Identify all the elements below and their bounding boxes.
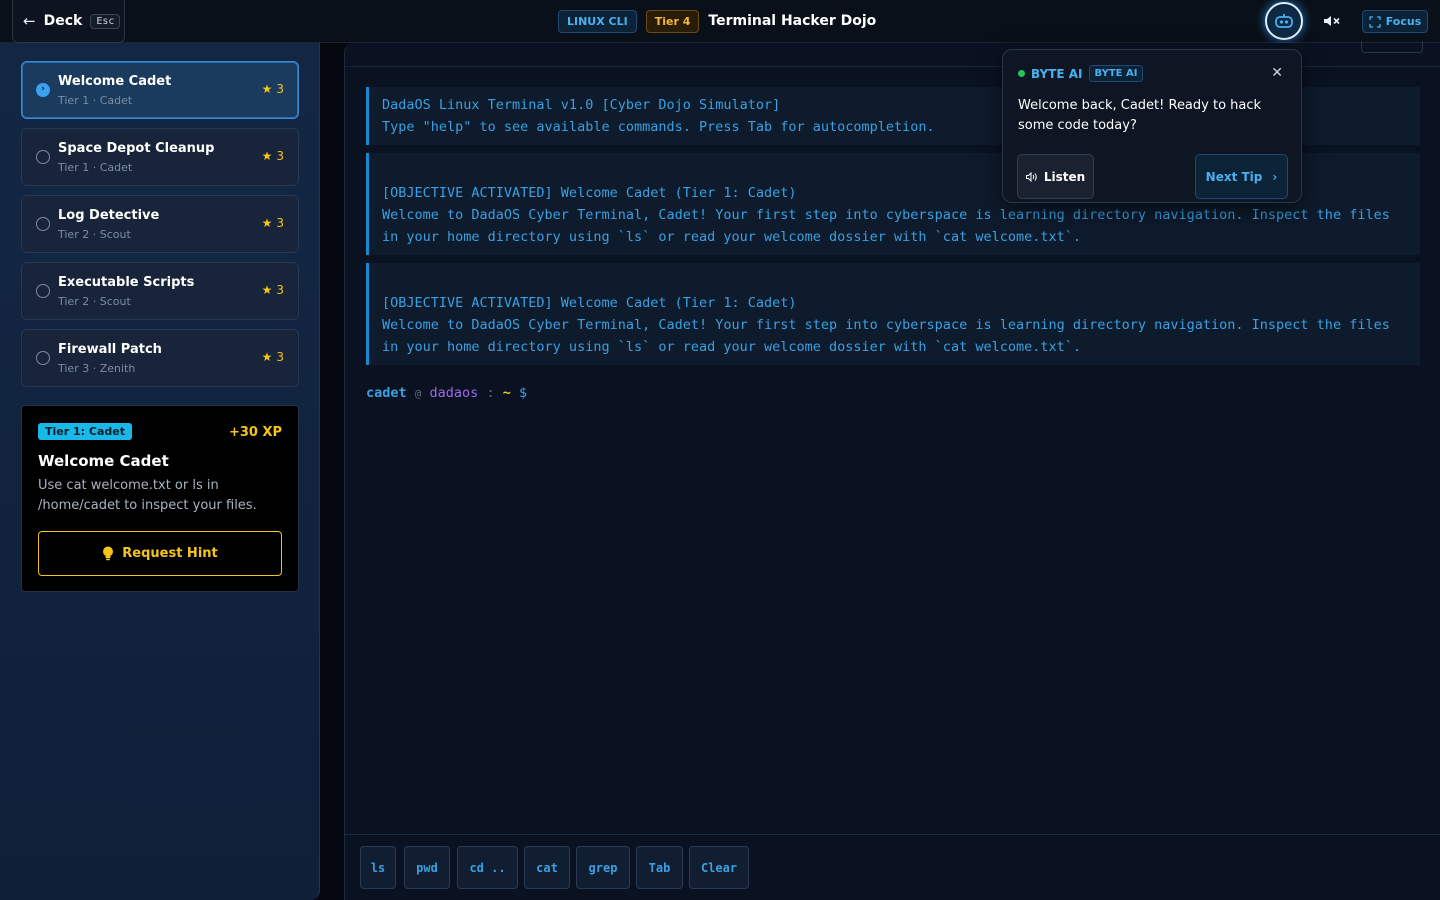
mission-stars: ★ 3	[262, 82, 284, 96]
quick-key-cat[interactable]: cat	[524, 846, 570, 889]
next-tip-label: Next Tip	[1205, 169, 1263, 184]
mission-selected-indicator: ›	[36, 83, 50, 97]
mission-title: Log Detective	[58, 208, 160, 223]
prompt-at: @	[414, 387, 422, 400]
mission-detail-title: Welcome Cadet	[38, 452, 169, 470]
quick-key-grep[interactable]: grep	[576, 846, 630, 889]
quick-key-tab[interactable]: Tab	[636, 846, 683, 889]
mission-stars: ★ 3	[262, 283, 284, 297]
robot-icon	[1275, 14, 1293, 28]
mission-radio	[36, 284, 50, 298]
mute-button[interactable]	[1320, 11, 1344, 31]
next-tip-button[interactable]: Next Tip ›	[1195, 154, 1288, 199]
listen-button[interactable]: Listen	[1017, 154, 1094, 199]
assistant-name: BYTE AI	[1031, 66, 1083, 81]
mission-item-firewall-patch[interactable]: Firewall Patch Tier 3 · Zenith ★ 3	[21, 329, 299, 387]
mission-subtitle: Tier 2 · Scout	[58, 228, 131, 241]
prompt-host: dadaos	[429, 385, 479, 401]
listen-label: Listen	[1043, 169, 1086, 184]
star-count: 3	[276, 149, 284, 163]
mission-subtitle: Tier 3 · Zenith	[58, 362, 136, 375]
tier-pill: Tier 4	[645, 9, 700, 33]
mission-radio	[36, 150, 50, 164]
header-title-group: LINUX CLI Tier 4 Terminal Hacker Dojo	[558, 9, 876, 33]
arrow-left-icon: ←	[23, 12, 36, 30]
back-label: Deck	[43, 13, 83, 29]
esc-shortcut-badge: Esc	[90, 13, 121, 29]
mission-subtitle: Tier 2 · Scout	[58, 295, 131, 308]
mission-subtitle: Tier 1 · Cadet	[58, 94, 133, 107]
close-icon[interactable]: ✕	[1271, 65, 1283, 81]
mission-item-log-detective[interactable]: Log Detective Tier 2 · Scout ★ 3	[21, 195, 299, 253]
star-count: 3	[276, 216, 284, 230]
mission-title: Firewall Patch	[58, 342, 162, 357]
star-count: 3	[276, 283, 284, 297]
focus-label: Focus	[1385, 15, 1422, 28]
category-pill: LINUX CLI	[558, 9, 637, 33]
mute-icon	[1324, 16, 1340, 26]
mission-stars: ★ 3	[262, 216, 284, 230]
popup-header: BYTE AI BYTE AI	[1018, 65, 1144, 82]
mission-stars: ★ 3	[262, 149, 284, 163]
byte-ai-toggle-button[interactable]	[1265, 2, 1303, 40]
mission-subtitle: Tier 1 · Cadet	[58, 161, 133, 174]
top-bar: ← Deck Esc LINUX CLI Tier 4 Terminal Hac…	[0, 0, 1440, 43]
online-status-dot	[1018, 70, 1025, 77]
prompt-dollar: $	[519, 385, 528, 401]
prompt-path: ~	[502, 385, 511, 401]
mission-radio	[36, 217, 50, 231]
request-hint-button[interactable]: Request Hint	[38, 531, 282, 576]
star-count: 3	[276, 350, 284, 364]
prompt-separator: :	[486, 385, 495, 401]
mission-title: Space Depot Cleanup	[58, 141, 215, 156]
back-to-deck-button[interactable]: ← Deck Esc	[12, 0, 125, 43]
prompt-user: cadet	[366, 385, 407, 401]
terminal-output-block: [OBJECTIVE ACTIVATED] Welcome Cadet (Tie…	[366, 263, 1420, 365]
star-icon: ★	[261, 283, 273, 297]
mission-title: Welcome Cadet	[58, 74, 172, 89]
star-icon: ★	[261, 82, 273, 96]
mission-title: Executable Scripts	[58, 275, 195, 290]
quick-key-cd-up[interactable]: cd ..	[457, 846, 518, 889]
terminal-prompt[interactable]: cadet @ dadaos : ~ $	[366, 385, 527, 401]
terminal-topbar-tab[interactable]	[1361, 41, 1423, 53]
assistant-message: Welcome back, Cadet! Ready to hack some …	[1018, 98, 1262, 133]
mission-radio	[36, 351, 50, 365]
focus-mode-button[interactable]: Focus	[1362, 10, 1428, 33]
quick-command-bar: ls pwd cd .. cat grep Tab Clear	[345, 834, 1440, 900]
mission-detail-description: Use cat welcome.txt or ls in /home/cadet…	[38, 478, 257, 513]
mission-item-executable-scripts[interactable]: Executable Scripts Tier 2 · Scout ★ 3	[21, 262, 299, 320]
quick-key-ls[interactable]: ls	[360, 846, 396, 889]
mission-item-welcome-cadet[interactable]: › Welcome Cadet Tier 1 · Cadet ★ 3	[21, 61, 299, 119]
chevron-right-icon: ›	[1272, 169, 1278, 184]
quick-key-clear[interactable]: Clear	[689, 846, 749, 889]
quick-key-pwd[interactable]: pwd	[404, 846, 450, 889]
tier-badge: Tier 1: Cadet	[38, 423, 132, 440]
mission-stars: ★ 3	[262, 350, 284, 364]
lightbulb-icon	[103, 546, 114, 561]
star-count: 3	[276, 82, 284, 96]
byte-ai-popup: BYTE AI BYTE AI ✕ Welcome back, Cadet! R…	[1002, 49, 1302, 203]
hint-label: Request Hint	[122, 546, 218, 561]
speaker-icon	[1025, 171, 1037, 182]
mission-item-space-depot-cleanup[interactable]: Space Depot Cleanup Tier 1 · Cadet ★ 3	[21, 128, 299, 186]
assistant-badge: BYTE AI	[1088, 65, 1144, 82]
xp-reward: +30 XP	[228, 425, 282, 440]
star-icon: ★	[261, 149, 273, 163]
mission-detail-card: Tier 1: Cadet +30 XP Welcome Cadet Use c…	[21, 405, 299, 592]
focus-icon	[1369, 15, 1381, 28]
star-icon: ★	[261, 216, 273, 230]
star-icon: ★	[261, 350, 273, 364]
page-title: Terminal Hacker Dojo	[708, 13, 877, 29]
